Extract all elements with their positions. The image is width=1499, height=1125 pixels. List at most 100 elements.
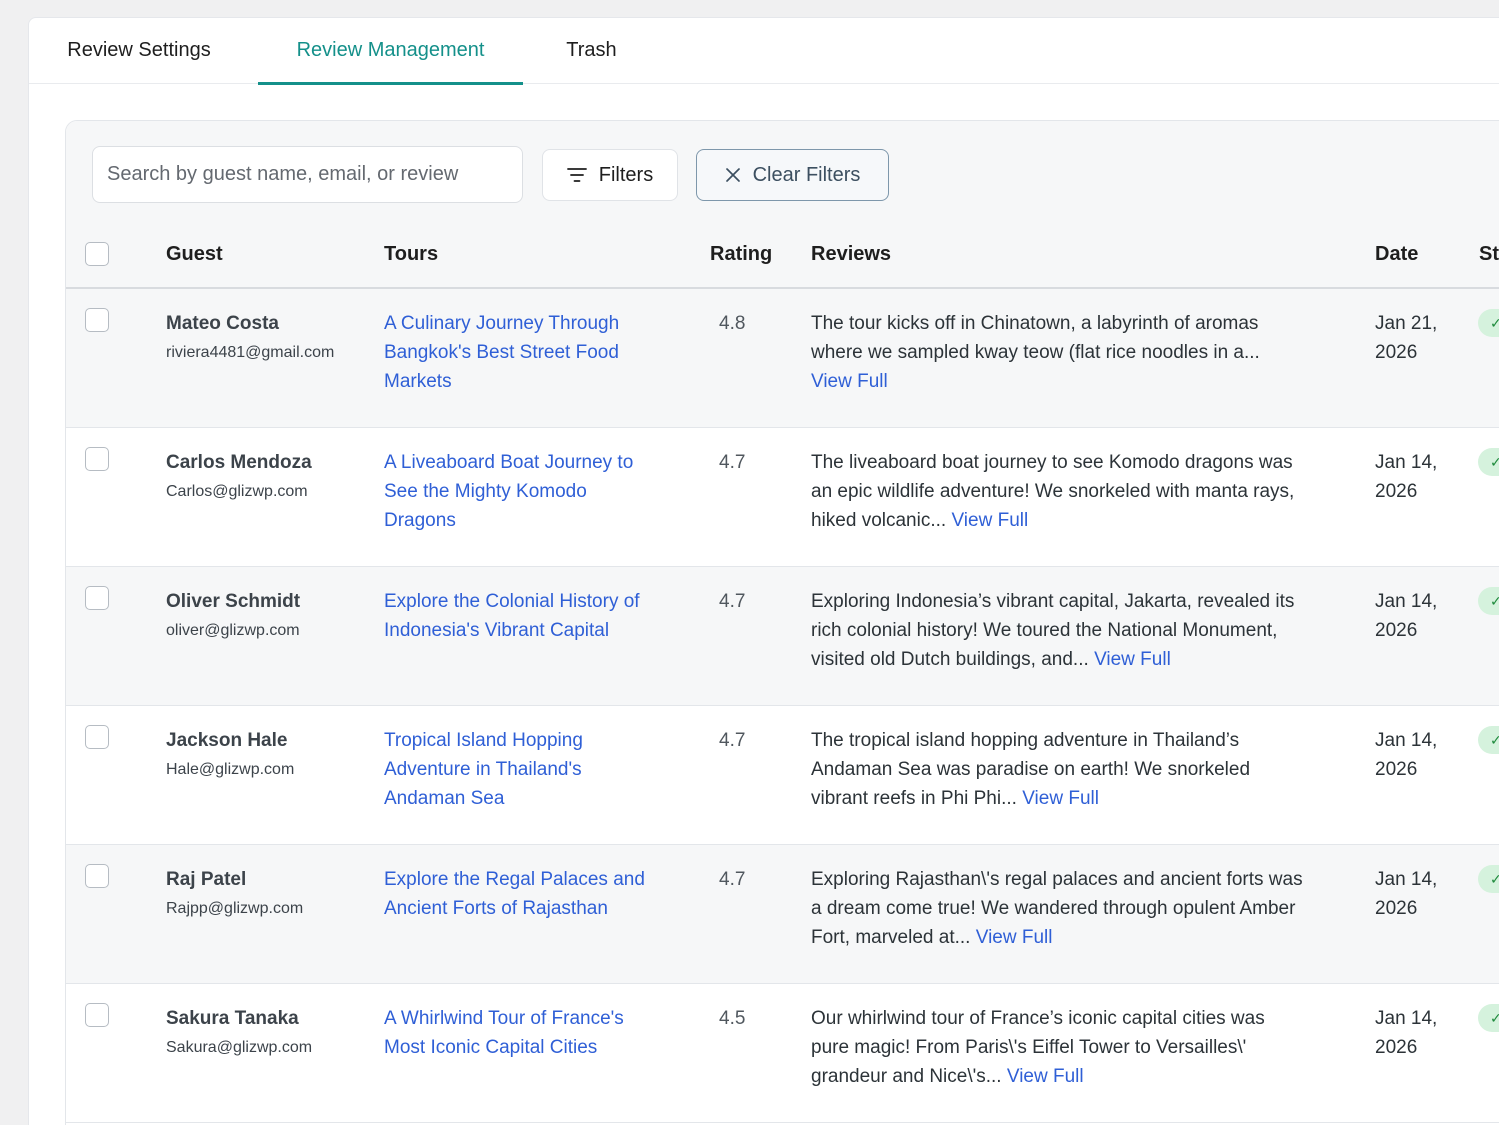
date-line-2: 2026: [1375, 898, 1418, 919]
view-full-link[interactable]: View Full: [951, 510, 1028, 531]
column-rating[interactable]: Rating: [710, 222, 772, 287]
review-line-3-text: visited old Dutch buildings, and...: [811, 649, 1095, 670]
date-line-1: Jan 14,: [1375, 591, 1438, 612]
table-row: Sakura Tanaka Sakura@glizwp.com A Whirlw…: [66, 984, 1499, 1123]
review-line-3: View Full: [811, 367, 1351, 396]
view-full-link[interactable]: View Full: [1094, 649, 1171, 670]
column-status[interactable]: St: [1479, 222, 1499, 287]
tour-line-2: Adventure in Thailand's: [384, 759, 582, 780]
date-line-1: Jan 14,: [1375, 1008, 1438, 1029]
row-checkbox[interactable]: [85, 864, 109, 888]
tour-link[interactable]: Explore the Colonial History of Indonesi…: [384, 587, 684, 645]
review-line-3-text: hiked volcanic...: [811, 510, 952, 531]
review-line-3-text: Fort, marveled at...: [811, 927, 976, 948]
tour-link[interactable]: Tropical Island Hopping Adventure in Tha…: [384, 726, 684, 813]
guest-email: Hale@glizwp.com: [166, 761, 295, 778]
tab-trash[interactable]: Trash: [549, 18, 634, 84]
status-badge[interactable]: ✓: [1478, 726, 1499, 754]
review-cell: Our whirlwind tour of France’s iconic ca…: [811, 1004, 1351, 1091]
check-icon: ✓: [1490, 1010, 1499, 1026]
date-cell: Jan 14, 2026: [1375, 726, 1437, 784]
status-badge[interactable]: ✓: [1478, 309, 1499, 337]
date-line-1: Jan 21,: [1375, 313, 1438, 334]
tour-link[interactable]: Explore the Regal Palaces and Ancient Fo…: [384, 865, 684, 923]
date-line-1: Jan 14,: [1375, 452, 1438, 473]
table-row: Oliver Schmidt oliver@glizwp.com Explore…: [66, 567, 1499, 706]
rating-value: 4.8: [719, 313, 746, 334]
tour-line-1: Explore the Colonial History of: [384, 591, 640, 612]
check-icon: ✓: [1490, 593, 1499, 609]
status-badge[interactable]: ✓: [1478, 587, 1499, 615]
guest-cell: Jackson Hale Hale@glizwp.com: [166, 726, 376, 785]
row-checkbox[interactable]: [85, 1003, 109, 1027]
view-full-link[interactable]: View Full: [1007, 1066, 1084, 1087]
guest-name: Jackson Hale: [166, 730, 288, 751]
guest-email: Carlos@glizwp.com: [166, 483, 308, 500]
guest-name: Raj Patel: [166, 869, 247, 890]
guest-name: Oliver Schmidt: [166, 591, 301, 612]
review-cell: Exploring Indonesia’s vibrant capital, J…: [811, 587, 1351, 674]
view-full-link[interactable]: View Full: [811, 371, 888, 392]
column-guest[interactable]: Guest: [166, 222, 223, 287]
close-icon: [725, 167, 741, 183]
review-line-3-text: vibrant reefs in Phi Phi...: [811, 788, 1023, 809]
review-line-3: vibrant reefs in Phi Phi... View Full: [811, 784, 1351, 813]
tour-link[interactable]: A Liveaboard Boat Journey to See the Mig…: [384, 448, 684, 535]
status-badge[interactable]: ✓: [1478, 865, 1499, 893]
status-badge[interactable]: ✓: [1478, 1004, 1499, 1032]
tab-review-management[interactable]: Review Management: [258, 18, 523, 85]
row-checkbox[interactable]: [85, 586, 109, 610]
filters-label: Filters: [598, 163, 654, 186]
column-tours[interactable]: Tours: [384, 222, 438, 287]
rating-value: 4.5: [719, 1008, 746, 1029]
table-header: Guest Tours Rating Reviews Date St: [66, 222, 1499, 289]
check-icon: ✓: [1490, 315, 1499, 331]
view-full-link[interactable]: View Full: [1022, 788, 1099, 809]
row-checkbox[interactable]: [85, 725, 109, 749]
guest-email: Rajpp@glizwp.com: [166, 900, 304, 917]
guest-email: Sakura@glizwp.com: [166, 1039, 313, 1056]
tab-review-settings[interactable]: Review Settings: [59, 18, 219, 84]
tour-link[interactable]: A Whirlwind Tour of France's Most Iconic…: [384, 1004, 684, 1062]
row-checkbox[interactable]: [85, 308, 109, 332]
check-icon: ✓: [1490, 732, 1499, 748]
review-line-2: Andaman Sea was paradise on earth! We sn…: [811, 759, 1251, 780]
review-cell: Exploring Rajasthan\'s regal palaces and…: [811, 865, 1351, 952]
table-row: Carlos Mendoza Carlos@glizwp.com A Livea…: [66, 428, 1499, 567]
review-line-2: pure magic! From Paris\'s Eiffel Tower t…: [811, 1037, 1247, 1058]
check-icon: ✓: [1490, 871, 1499, 887]
column-date[interactable]: Date: [1375, 222, 1418, 287]
view-full-link[interactable]: View Full: [976, 927, 1053, 948]
guest-cell: Raj Patel Rajpp@glizwp.com: [166, 865, 376, 924]
review-line-3: visited old Dutch buildings, and... View…: [811, 645, 1351, 674]
search-input[interactable]: [92, 146, 523, 203]
review-table-body: Mateo Costa riviera4481@gmail.com A Culi…: [66, 289, 1499, 1123]
tour-line-1: A Culinary Journey Through: [384, 313, 620, 334]
review-line-1: Exploring Rajasthan\'s regal palaces and…: [811, 869, 1303, 890]
column-reviews[interactable]: Reviews: [811, 222, 891, 287]
tour-line-2: Most Iconic Capital Cities: [384, 1037, 598, 1058]
review-line-2: a dream come true! We wandered through o…: [811, 898, 1296, 919]
tab-bar: Review Settings Review Management Trash: [29, 18, 1499, 85]
check-icon: ✓: [1490, 454, 1499, 470]
status-badge[interactable]: ✓: [1478, 448, 1499, 476]
review-line-1: The tropical island hopping adventure in…: [811, 730, 1240, 751]
tour-line-2: Ancient Forts of Rajasthan: [384, 898, 608, 919]
date-cell: Jan 14, 2026: [1375, 1004, 1437, 1062]
tour-line-1: A Liveaboard Boat Journey to: [384, 452, 634, 473]
guest-cell: Carlos Mendoza Carlos@glizwp.com: [166, 448, 376, 507]
guest-cell: Sakura Tanaka Sakura@glizwp.com: [166, 1004, 376, 1063]
tour-link[interactable]: A Culinary Journey Through Bangkok's Bes…: [384, 309, 684, 396]
review-cell: The tour kicks off in Chinatown, a labyr…: [811, 309, 1351, 396]
guest-name: Sakura Tanaka: [166, 1008, 299, 1029]
table-row: Raj Patel Rajpp@glizwp.com Explore the R…: [66, 845, 1499, 984]
filters-button[interactable]: Filters: [542, 149, 678, 201]
review-line-2: rich colonial history! We toured the Nat…: [811, 620, 1278, 641]
guest-cell: Mateo Costa riviera4481@gmail.com: [166, 309, 376, 368]
date-line-2: 2026: [1375, 759, 1418, 780]
row-checkbox[interactable]: [85, 447, 109, 471]
review-cell: The tropical island hopping adventure in…: [811, 726, 1351, 813]
filter-lines-icon: [566, 166, 587, 184]
clear-filters-button[interactable]: Clear Filters: [696, 149, 889, 201]
select-all-checkbox[interactable]: [85, 242, 109, 266]
